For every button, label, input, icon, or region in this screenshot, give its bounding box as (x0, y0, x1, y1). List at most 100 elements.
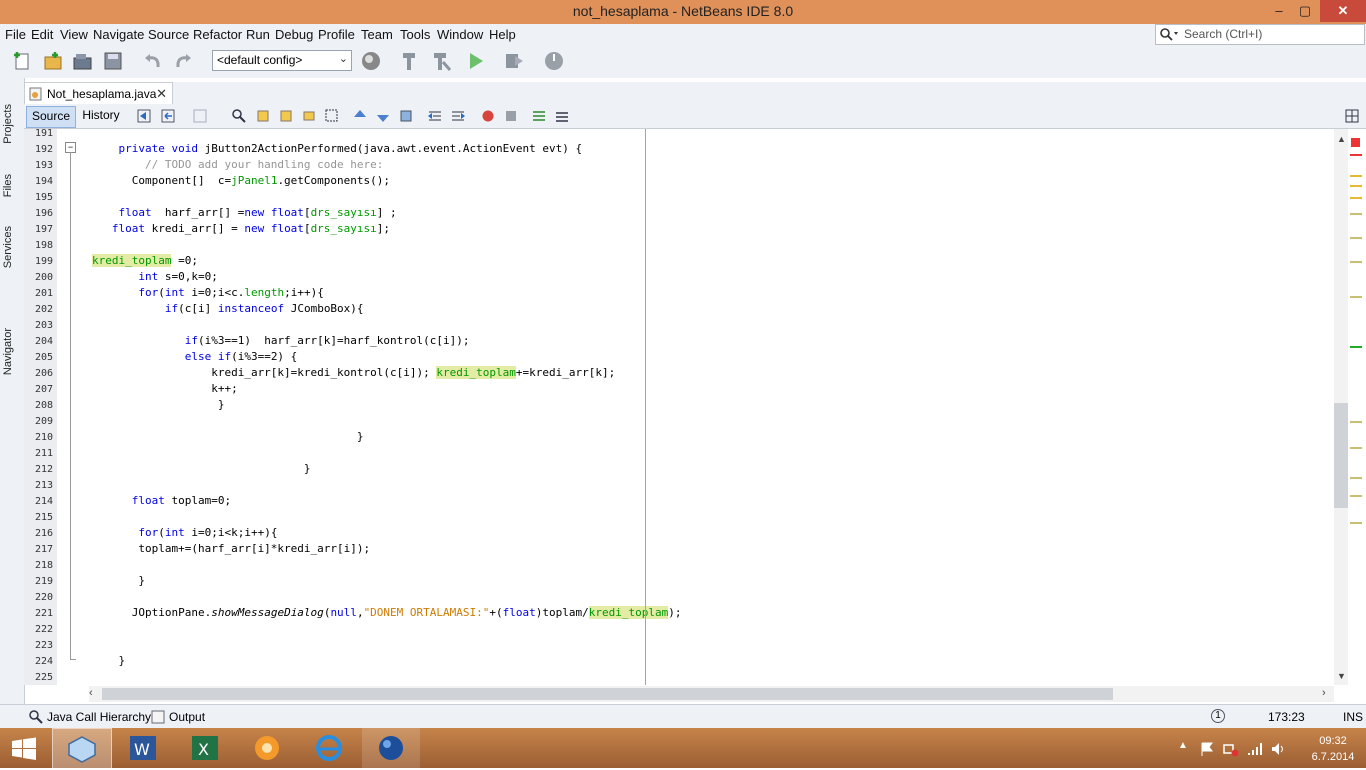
line-number: 192 (34, 144, 53, 155)
menu-edit[interactable]: Edit (31, 27, 53, 42)
shift-left-icon[interactable] (427, 108, 443, 124)
search-icon (1160, 28, 1178, 41)
network-warning-icon[interactable] (1222, 741, 1240, 757)
undo-icon[interactable] (142, 50, 164, 72)
stripe-mark[interactable] (1350, 477, 1362, 479)
windows-start-icon[interactable] (11, 737, 37, 761)
code-editor[interactable]: private void jButton2ActionPerformed(jav… (89, 129, 1334, 685)
output-tab[interactable]: Output (169, 710, 205, 724)
scroll-up-icon[interactable]: ▲ (1337, 134, 1346, 144)
next-bookmark-icon[interactable] (375, 108, 391, 124)
stripe-mark[interactable] (1350, 154, 1362, 156)
stop-macro-icon[interactable] (503, 108, 519, 124)
new-project-icon[interactable] (42, 50, 64, 72)
tab-projects[interactable]: Projects (2, 104, 14, 144)
split-editor-icon[interactable] (1344, 108, 1360, 124)
new-file-icon[interactable] (12, 50, 34, 72)
target-icon[interactable] (360, 50, 382, 72)
taskbar-media[interactable] (238, 728, 296, 768)
clock[interactable]: 09:32 6.7.2014 (1300, 733, 1366, 765)
flag-icon[interactable] (1199, 741, 1215, 757)
last-edit-icon[interactable] (136, 108, 152, 124)
stripe-mark[interactable] (1350, 213, 1362, 215)
menu-debug[interactable]: Debug (275, 27, 313, 42)
menu-window[interactable]: Window (437, 27, 483, 42)
code-token: JOptionPane. (92, 606, 212, 619)
rect-select-icon[interactable] (324, 108, 340, 124)
maximize-button[interactable]: ▢ (1292, 0, 1318, 22)
menu-help[interactable]: Help (489, 27, 516, 42)
redo-icon[interactable] (172, 50, 194, 72)
code-token: if (92, 334, 198, 347)
save-all-icon[interactable] (102, 50, 124, 72)
tab-navigator[interactable]: Navigator (2, 328, 14, 375)
menu-run[interactable]: Run (246, 27, 270, 42)
taskbar-ie[interactable] (300, 728, 358, 768)
menu-navigate[interactable]: Navigate (93, 27, 144, 42)
config-select[interactable]: <default config> ⌄ (212, 50, 352, 71)
menu-team[interactable]: Team (361, 27, 393, 42)
stripe-mark[interactable] (1350, 296, 1362, 298)
debug-icon[interactable] (503, 50, 525, 72)
notifications-badge[interactable]: 1 (1211, 709, 1225, 723)
uncomment-icon[interactable] (554, 108, 570, 124)
stripe-mark[interactable] (1350, 522, 1362, 524)
search-input[interactable]: Search (Ctrl+I) (1155, 24, 1365, 45)
find-next-icon[interactable] (278, 108, 294, 124)
scroll-left-icon[interactable]: ‹ (89, 687, 93, 699)
minimize-button[interactable]: – (1264, 0, 1294, 22)
stripe-mark[interactable] (1350, 261, 1362, 263)
run-icon[interactable] (465, 50, 487, 72)
menu-source[interactable]: Source (148, 27, 189, 42)
menu-file[interactable]: File (5, 27, 26, 42)
menu-refactor[interactable]: Refactor (193, 27, 242, 42)
toggle-bookmark-icon[interactable] (398, 108, 414, 124)
tab-files[interactable]: Files (2, 174, 14, 197)
call-hierarchy-tab[interactable]: Java Call Hierarchy (47, 710, 151, 724)
history-tab[interactable]: History (78, 106, 124, 126)
build-hammer-icon[interactable] (398, 50, 420, 72)
scroll-down-icon[interactable]: ▼ (1337, 671, 1346, 681)
comment-icon[interactable] (531, 108, 547, 124)
taskbar-word[interactable]: W (114, 728, 172, 768)
vertical-scroll-thumb[interactable] (1334, 403, 1348, 508)
profile-icon[interactable] (543, 50, 565, 72)
close-button[interactable]: ✕ (1320, 0, 1366, 22)
source-tab[interactable]: Source (26, 106, 76, 128)
signal-icon[interactable] (1246, 741, 1264, 757)
error-indicator-icon[interactable] (1351, 138, 1360, 147)
menu-view[interactable]: View (60, 27, 88, 42)
stripe-mark[interactable] (1350, 447, 1362, 449)
stripe-mark[interactable] (1350, 175, 1362, 177)
stripe-mark[interactable] (1350, 185, 1362, 187)
file-tab[interactable]: Not_hesaplama.java ✕ (24, 82, 173, 105)
toggle-highlight-icon[interactable] (301, 108, 317, 124)
menu-profile[interactable]: Profile (318, 27, 355, 42)
show-hidden-icons[interactable]: ▲ (1178, 740, 1188, 751)
stripe-mark[interactable] (1350, 346, 1362, 348)
taskbar-netbeans[interactable] (52, 728, 112, 770)
prev-bookmark-icon[interactable] (352, 108, 368, 124)
stripe-mark[interactable] (1350, 421, 1362, 423)
start-macro-icon[interactable] (480, 108, 496, 124)
stripe-mark[interactable] (1350, 197, 1362, 199)
line-number: 205 (34, 352, 53, 363)
taskbar-globe[interactable] (362, 728, 420, 768)
shift-right-icon[interactable] (450, 108, 466, 124)
taskbar-excel[interactable]: X (176, 728, 234, 768)
code-token: s=0,k=0; (158, 270, 218, 283)
forward-icon[interactable] (192, 108, 208, 124)
volume-icon[interactable] (1270, 741, 1288, 757)
menu-tools[interactable]: Tools (400, 27, 430, 42)
find-previous-icon[interactable] (255, 108, 271, 124)
close-tab-icon[interactable]: ✕ (156, 86, 167, 102)
horizontal-scroll-thumb[interactable] (102, 688, 1113, 700)
tab-services[interactable]: Services (2, 226, 14, 268)
find-icon[interactable] (231, 108, 247, 124)
scroll-right-icon[interactable]: › (1322, 687, 1326, 699)
clean-build-icon[interactable] (430, 50, 452, 72)
open-project-icon[interactable] (72, 50, 94, 72)
back-icon[interactable] (160, 108, 176, 124)
stripe-mark[interactable] (1350, 237, 1362, 239)
stripe-mark[interactable] (1350, 495, 1362, 497)
